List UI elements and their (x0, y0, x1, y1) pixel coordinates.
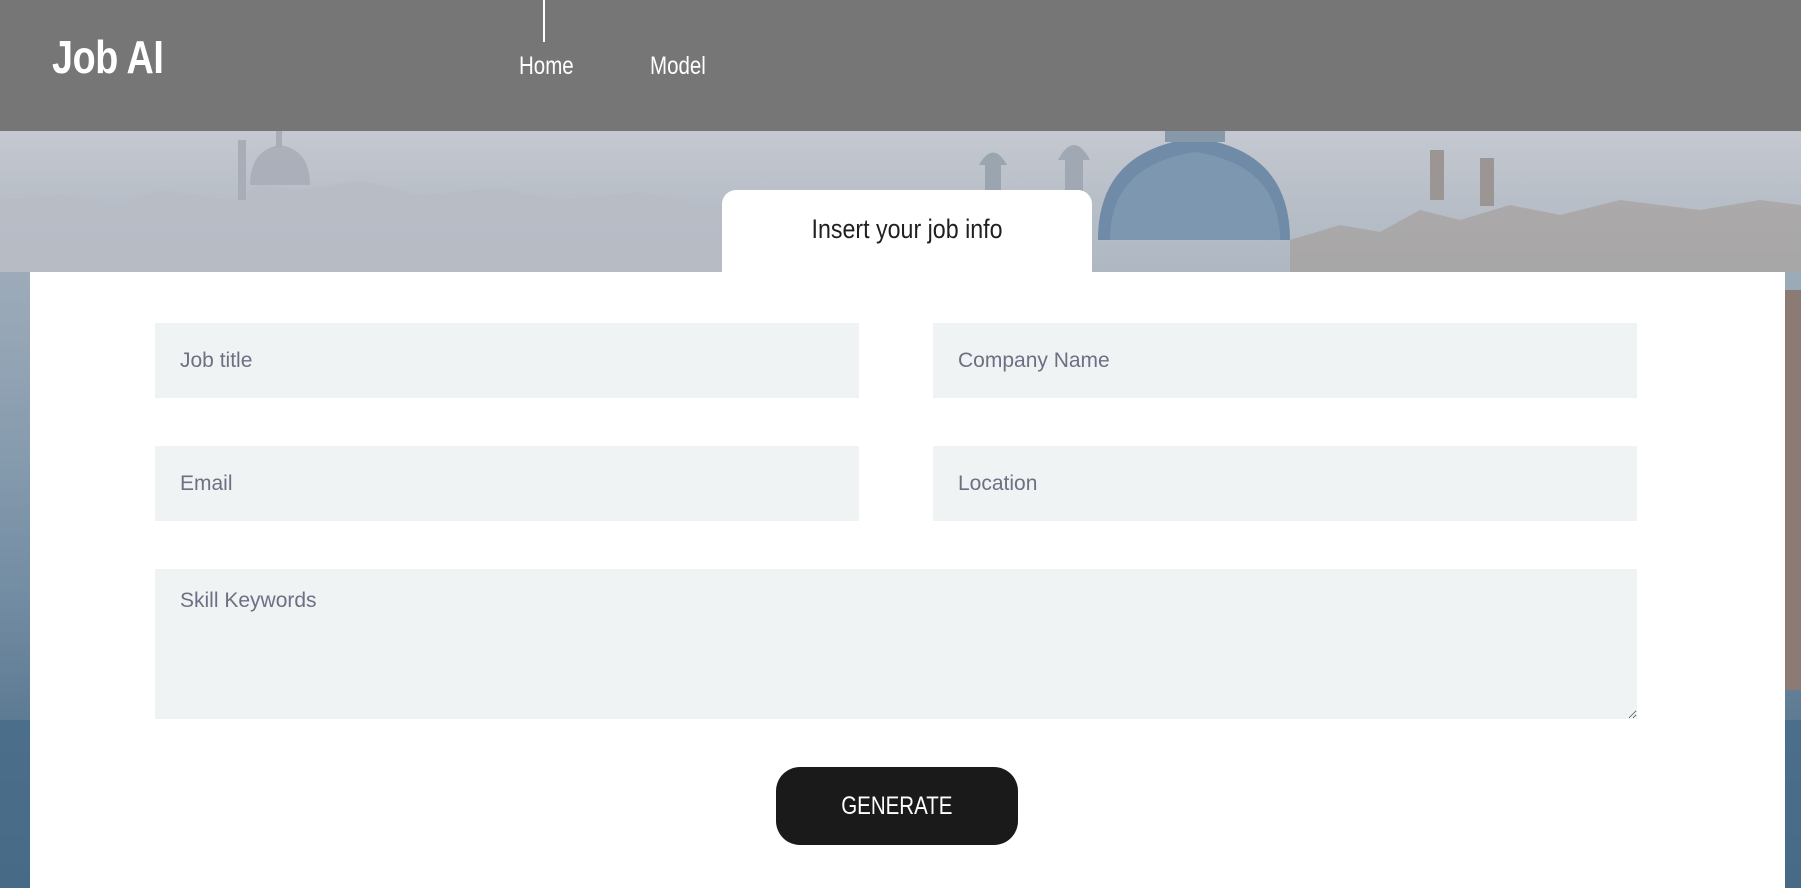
active-nav-indicator (543, 0, 545, 42)
nav-item-home[interactable]: Home (519, 52, 574, 81)
form-tab: Insert your job info (722, 190, 1092, 274)
generate-button[interactable]: GENERATE (776, 767, 1018, 845)
email-input[interactable] (155, 446, 859, 521)
job-info-form: GENERATE (30, 272, 1785, 888)
company-name-input[interactable] (933, 323, 1637, 398)
site-header: Job AI Home Model (0, 0, 1801, 131)
site-logo[interactable]: Job AI (52, 30, 164, 84)
page: Job AI Home Model Insert your job info G… (0, 0, 1801, 888)
location-input[interactable] (933, 446, 1637, 521)
nav-item-model[interactable]: Model (650, 52, 706, 81)
skill-keywords-textarea[interactable] (155, 569, 1637, 719)
form-tab-label: Insert your job info (811, 214, 1003, 244)
generate-button-label: GENERATE (841, 791, 953, 820)
job-title-input[interactable] (155, 323, 859, 398)
